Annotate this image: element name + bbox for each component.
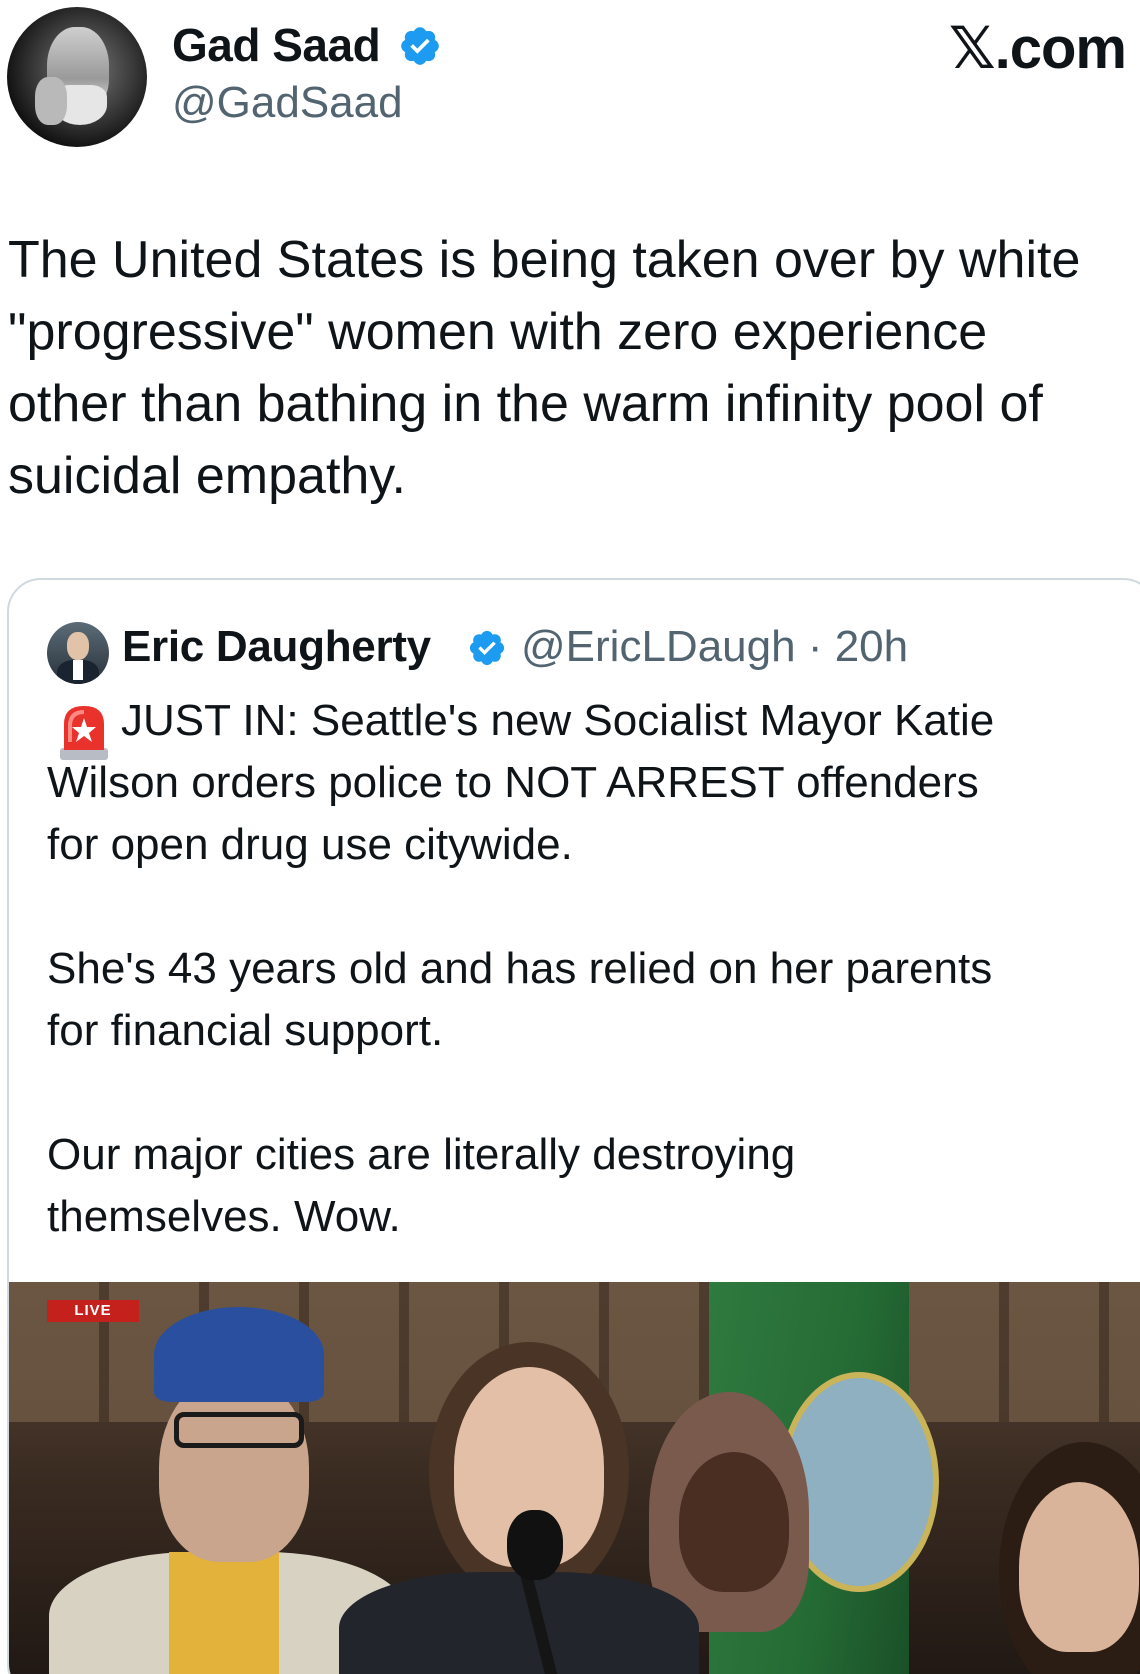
quote-text-body: Wilson orders police to NOT ARREST offen… (47, 758, 993, 1241)
x-brand-label: 𝕏.com (948, 16, 1127, 81)
avatar-hand (35, 77, 67, 125)
microphone-icon (507, 1510, 563, 1580)
speaker-body (339, 1572, 699, 1674)
meta-separator: · (807, 622, 823, 671)
quote-avatar-collar (73, 660, 83, 680)
quote-meta: @EricLDaugh · 20h (521, 622, 908, 672)
tweet-screenshot: Gad Saad @GadSaad 𝕏.com The United State… (0, 0, 1140, 1674)
quote-video-thumbnail[interactable]: LIVE (9, 1282, 1140, 1674)
author-handle[interactable]: @GadSaad (172, 78, 403, 128)
person-scarf-face (679, 1452, 789, 1592)
author-name[interactable]: Gad Saad (172, 18, 381, 72)
person-right-face (1019, 1482, 1139, 1652)
quote-text: JUST IN: Seattle's new Socialist Mayor K… (47, 690, 1107, 1248)
person-left-cap (154, 1307, 324, 1402)
quote-author-handle[interactable]: @EricLDaugh (521, 622, 796, 671)
quote-author-avatar[interactable] (47, 622, 109, 684)
quote-timestamp[interactable]: 20h (835, 622, 908, 671)
quote-author-name[interactable]: Eric Daugherty (122, 622, 431, 672)
person-left-tee (169, 1552, 279, 1674)
quote-avatar-face (67, 632, 89, 660)
quote-text-line1: JUST IN: Seattle's new Socialist Mayor K… (121, 696, 995, 745)
tweet-text: The United States is being taken over by… (8, 231, 1081, 505)
verified-badge-icon (401, 27, 439, 65)
quoted-tweet-card[interactable]: Eric Daugherty @EricLDaugh · 20h JUST IN… (7, 578, 1140, 1674)
quote-verified-badge-icon (469, 630, 505, 666)
live-badge: LIVE (47, 1300, 139, 1322)
person-left-glasses (174, 1412, 304, 1448)
author-avatar[interactable] (7, 7, 147, 147)
